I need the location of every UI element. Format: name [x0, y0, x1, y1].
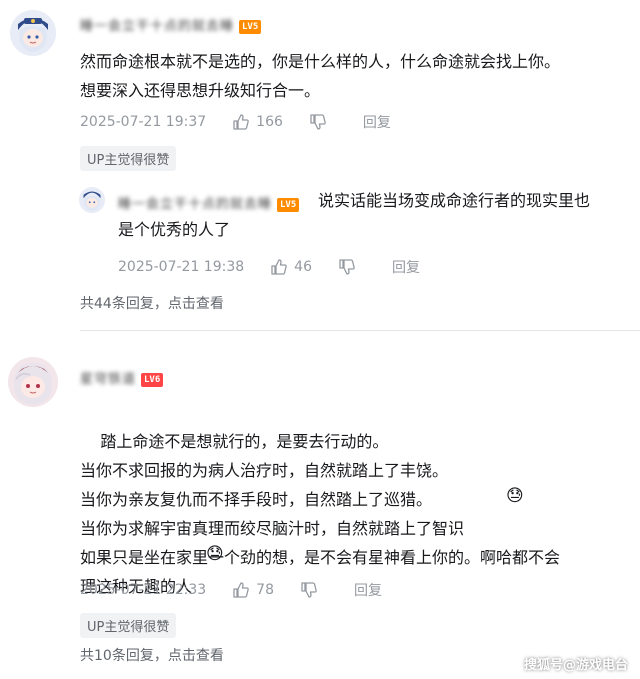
timestamp: 2025-07-21 19:37 [80, 114, 207, 130]
avatar-image [10, 10, 56, 56]
face-emoji-icon: 😓 [206, 544, 224, 564]
like-count: 78 [256, 582, 274, 598]
up-liked-tag: UP主觉得很赞 [80, 613, 177, 638]
username[interactable]: 星穹铁道 LV6 [80, 368, 164, 387]
watermark: 搜狐号@游戏电台 [523, 658, 628, 673]
view-more-replies[interactable]: 共10条回复，点击查看 [80, 645, 224, 665]
username-text[interactable]: 星穹铁道 [80, 372, 136, 387]
view-more-replies[interactable]: 共44条回复，点击查看 [80, 293, 224, 313]
avatar-image [8, 357, 58, 407]
reply-button[interactable]: 回复 [363, 112, 391, 132]
dislike-icon[interactable] [300, 581, 318, 599]
level-badge: LV6 [141, 372, 164, 387]
reply-meta: 2025-07-21 19:38 46 回复 [118, 257, 420, 277]
avatar-image [79, 187, 105, 213]
comment-meta: 2025-07-21 19:37 166 回复 [80, 112, 391, 132]
view-more-text[interactable]: 共10条回复，点击查看 [80, 648, 224, 664]
like-icon[interactable] [270, 258, 288, 276]
reply-text: 说实话能当场变成命途行者的现实里也 是个优秀的人了 [118, 191, 591, 239]
like-icon[interactable] [232, 581, 250, 599]
reply-button[interactable]: 回复 [354, 580, 382, 600]
comment-2: 星穹铁道 LV6 踏上命途不是想就行的，是要去行动的。 当你不求回报的为病人治疗时… [0, 345, 640, 679]
level-badge: LV5 [239, 19, 262, 34]
username-text[interactable]: 睡一会立干十点的就去睡 [80, 19, 234, 34]
dislike-icon[interactable] [309, 113, 327, 131]
timestamp: 2025-07-21 22:33 [80, 582, 207, 598]
timestamp: 2025-07-21 19:38 [118, 259, 245, 275]
up-liked-tag: UP主觉得很赞 [80, 146, 177, 171]
avatar[interactable] [10, 10, 56, 56]
username[interactable]: 睡一会立干十点的就去睡 LV5 [80, 15, 262, 34]
divider [80, 330, 640, 331]
avatar[interactable] [8, 357, 58, 407]
reply-button[interactable]: 回复 [392, 257, 420, 277]
like-icon[interactable] [232, 113, 250, 131]
comment-text-content: 踏上命途不是想就行的，是要去行动的。 当你不求回报的为病人治疗时，自然就踏上了丰… [80, 432, 561, 596]
reply-avatar[interactable] [79, 187, 105, 213]
dislike-icon[interactable] [338, 258, 356, 276]
comment-meta: 2025-07-21 22:33 78 回复 [80, 580, 382, 600]
comment-1: 睡一会立干十点的就去睡 LV5 然而命途根本就不是选的，你是什么样的人，什么命途就… [0, 0, 640, 330]
like-count: 166 [256, 114, 283, 130]
like-count: 46 [294, 259, 312, 275]
face-emoji-icon: 😓 [506, 486, 524, 506]
comment-text: 然而命途根本就不是选的，你是什么样的人，什么命途就会找上你。 想要深入还得思想升… [80, 52, 561, 100]
view-more-text[interactable]: 共44条回复，点击查看 [80, 296, 224, 312]
